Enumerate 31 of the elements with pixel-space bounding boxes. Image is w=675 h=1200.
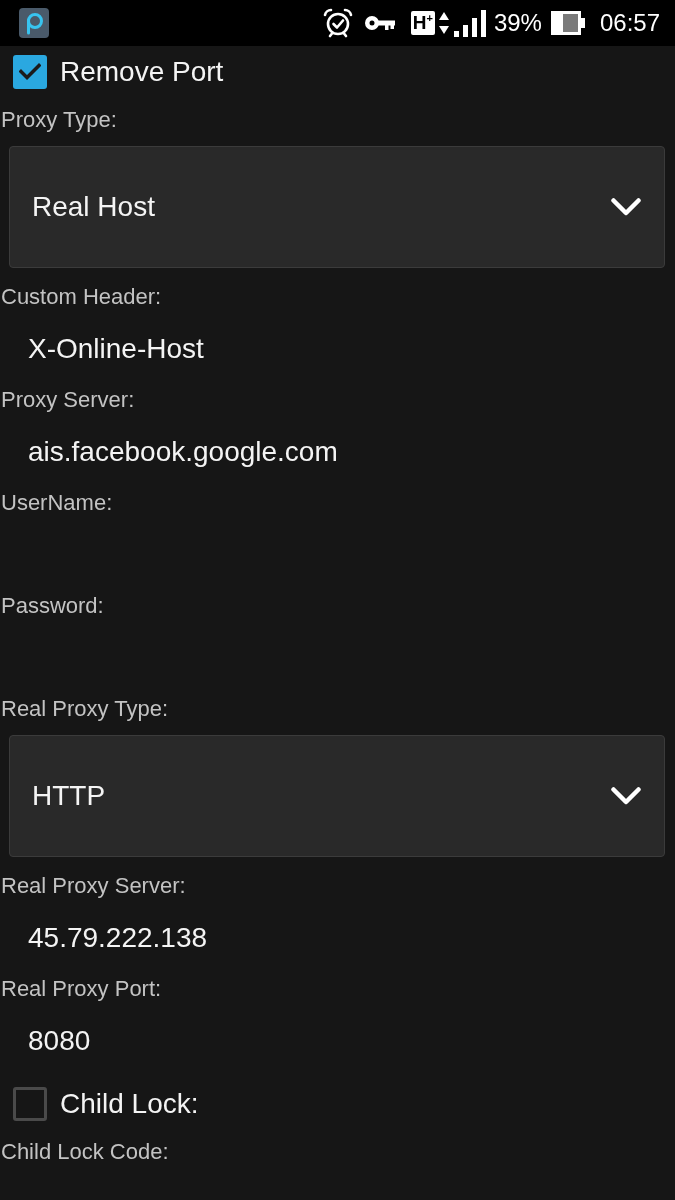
field-label: UserName:	[0, 489, 113, 517]
field-label: Custom Header:	[0, 283, 162, 311]
chevron-down-icon	[611, 198, 641, 216]
checkbox[interactable]	[13, 1086, 47, 1121]
field-label: Proxy Type:	[0, 106, 117, 134]
data-arrows-icon	[438, 12, 449, 34]
dropdown[interactable]: Real Host	[9, 146, 665, 268]
text-field[interactable]: 45.79.222.138	[0, 909, 675, 966]
app-icon	[19, 8, 49, 38]
field-label: Child Lock Code:	[0, 1138, 169, 1166]
network-type-indicator: H$^{+}$	[410, 11, 435, 35]
field-label: Proxy Server:	[0, 386, 135, 414]
clock-time: 06:57	[599, 9, 660, 37]
signal-bars-icon	[453, 9, 486, 37]
checkbox[interactable]	[13, 54, 47, 89]
text-field[interactable]: 8080	[0, 1012, 675, 1069]
checkbox-label[interactable]: Remove Port	[60, 55, 224, 88]
field-label: Password:	[0, 592, 104, 620]
checkmark-icon	[19, 63, 41, 80]
battery-percentage: 39%	[493, 9, 542, 37]
battery-icon	[550, 11, 585, 35]
alarm-clock-icon	[322, 8, 353, 38]
text-field[interactable]: ais.facebook.google.com	[0, 423, 675, 480]
field-label: Real Proxy Port:	[0, 975, 162, 1003]
chevron-down-icon	[611, 787, 641, 805]
key-icon	[364, 15, 395, 31]
checkbox-label[interactable]: Child Lock:	[60, 1087, 199, 1120]
field-label: Real Proxy Server:	[0, 872, 186, 900]
field-label: Real Proxy Type:	[0, 695, 169, 723]
text-field[interactable]: X-Online-Host	[0, 320, 675, 377]
dropdown[interactable]: HTTP	[9, 735, 665, 857]
